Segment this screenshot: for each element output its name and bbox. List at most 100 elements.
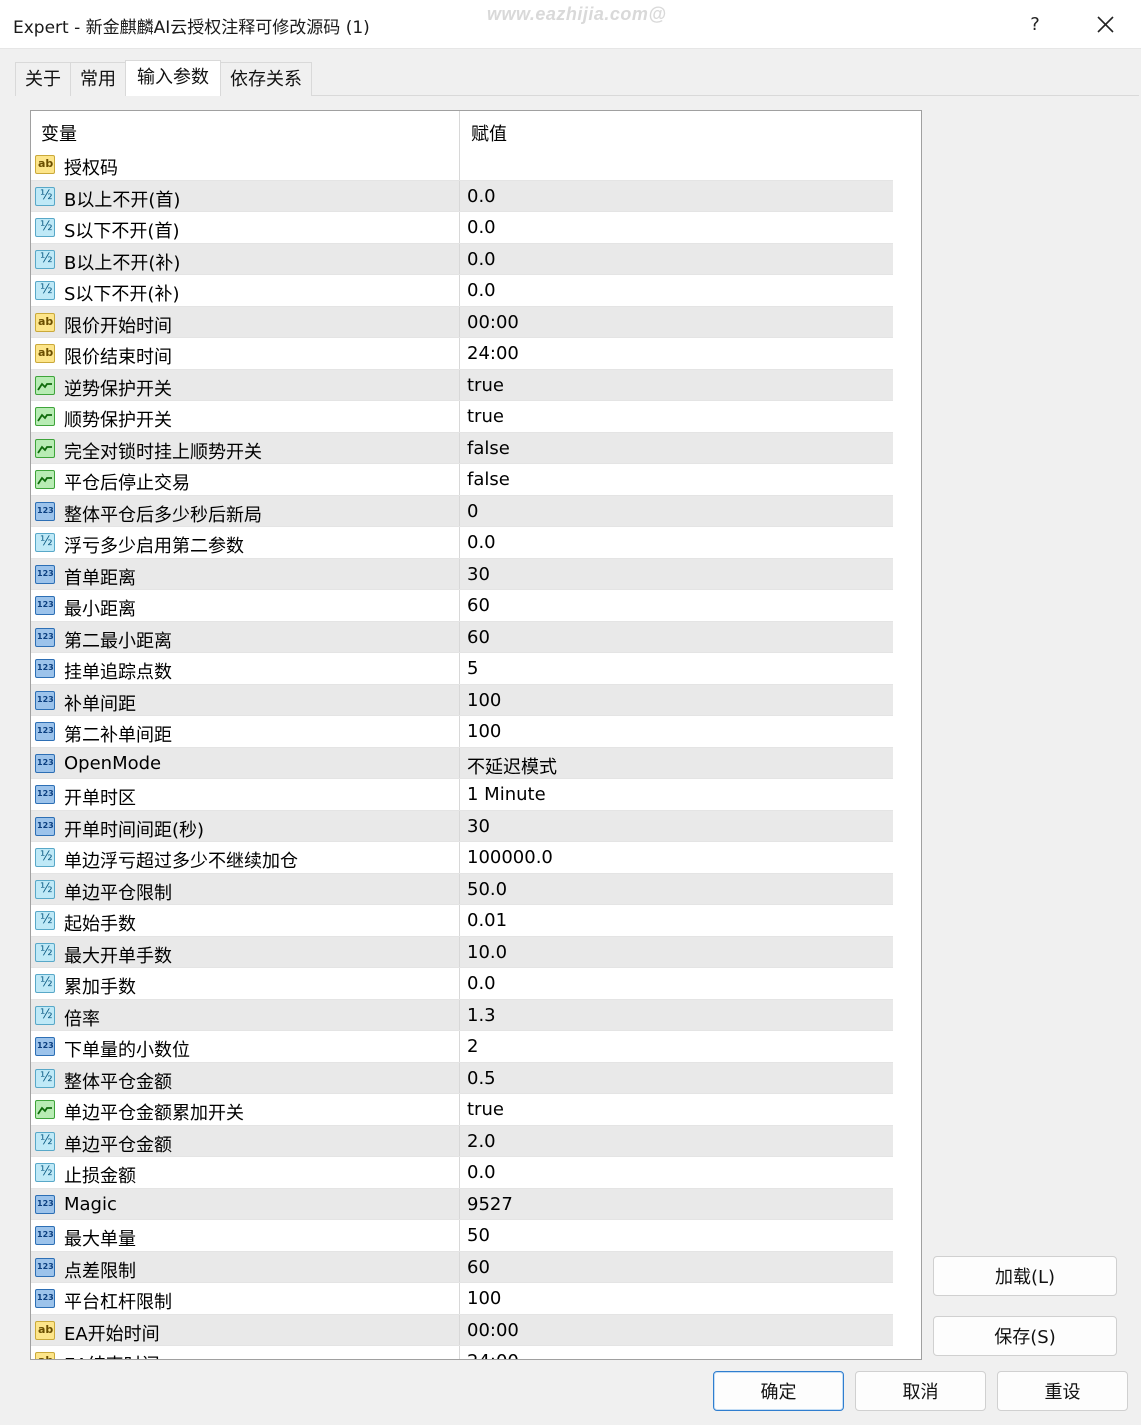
parameter-value[interactable]: 10.0 — [467, 942, 507, 963]
table-row[interactable]: 完全对锁时挂上顺势开关 false — [31, 432, 893, 464]
parameter-value[interactable]: true — [467, 1099, 504, 1120]
parameter-name: B以上不开(首) — [64, 189, 181, 211]
parameter-value[interactable]: 0.0 — [467, 217, 496, 238]
parameter-value[interactable]: false — [467, 469, 510, 490]
table-row[interactable]: 最大单量 50 — [31, 1220, 893, 1252]
table-row[interactable]: EA结束时间 24:00 — [31, 1346, 893, 1359]
save-button[interactable]: 保存(S) — [933, 1316, 1117, 1356]
parameter-value[interactable]: 1 Minute — [467, 784, 546, 805]
table-row[interactable]: 整体平仓金额 0.5 — [31, 1062, 893, 1094]
table-row[interactable]: Magic 9527 — [31, 1188, 893, 1220]
parameter-value[interactable]: 00:00 — [467, 312, 519, 333]
parameter-value[interactable]: 100000.0 — [467, 847, 553, 868]
table-row[interactable]: 最大开单手数 10.0 — [31, 936, 893, 968]
parameter-value[interactable]: 30 — [467, 564, 490, 585]
integer-type-icon — [35, 785, 55, 804]
ok-button[interactable]: 确定 — [713, 1371, 844, 1411]
parameter-value[interactable]: true — [467, 406, 504, 427]
table-row[interactable]: 顺势保护开关 true — [31, 401, 893, 433]
parameter-value[interactable]: 24:00 — [467, 343, 519, 364]
table-row[interactable]: 平仓后停止交易 false — [31, 464, 893, 496]
table-row[interactable]: B以上不开(首) 0.0 — [31, 180, 893, 212]
table-row[interactable]: 最小距离 60 — [31, 590, 893, 622]
tab-dependencies[interactable]: 依存关系 — [220, 62, 312, 96]
table-row[interactable]: 限价开始时间 00:00 — [31, 306, 893, 338]
parameter-value[interactable]: false — [467, 438, 510, 459]
bool-type-icon — [35, 1100, 55, 1119]
parameter-value[interactable]: 0.01 — [467, 910, 507, 931]
parameter-value[interactable]: 不延迟模式 — [467, 753, 557, 779]
table-row[interactable]: 首单距离 30 — [31, 558, 893, 590]
parameter-value[interactable]: 50.0 — [467, 879, 507, 900]
table-row[interactable]: 平台杠杆限制 100 — [31, 1283, 893, 1315]
parameter-value[interactable]: 2 — [467, 1036, 478, 1057]
parameter-value[interactable]: 0.5 — [467, 1068, 496, 1089]
help-button[interactable]: ? — [1000, 0, 1070, 48]
table-row[interactable]: 开单时区 1 Minute — [31, 779, 893, 811]
tab-common[interactable]: 常用 — [70, 62, 126, 96]
table-row[interactable]: 挂单追踪点数 5 — [31, 653, 893, 685]
string-type-icon — [35, 155, 55, 174]
parameter-value[interactable]: 50 — [467, 1225, 490, 1246]
parameter-name: 限价开始时间 — [64, 315, 172, 337]
table-row[interactable]: 下单量的小数位 2 — [31, 1031, 893, 1063]
table-row[interactable]: 累加手数 0.0 — [31, 968, 893, 1000]
table-row[interactable]: 浮亏多少启用第二参数 0.0 — [31, 527, 893, 559]
column-header-value[interactable]: 赋值 — [471, 120, 507, 146]
parameter-value[interactable]: 30 — [467, 816, 490, 837]
table-row[interactable]: EA开始时间 00:00 — [31, 1314, 893, 1346]
table-row[interactable]: 第二最小距离 60 — [31, 621, 893, 653]
parameter-value[interactable]: 100 — [467, 721, 501, 742]
parameter-value[interactable]: 60 — [467, 1257, 490, 1278]
table-row[interactable]: 整体平仓后多少秒后新局 0 — [31, 495, 893, 527]
table-row[interactable]: B以上不开(补) 0.0 — [31, 243, 893, 275]
parameter-value[interactable]: 24:00 — [467, 1351, 519, 1359]
table-row[interactable]: 倍率 1.3 — [31, 999, 893, 1031]
parameter-value[interactable]: 60 — [467, 595, 490, 616]
table-row[interactable]: 单边平仓金额 2.0 — [31, 1125, 893, 1157]
parameter-value[interactable]: 0.0 — [467, 186, 496, 207]
parameter-value[interactable]: 0.0 — [467, 280, 496, 301]
parameter-value[interactable]: 0.0 — [467, 973, 496, 994]
parameter-value[interactable]: 100 — [467, 1288, 501, 1309]
tab-about[interactable]: 关于 — [15, 62, 71, 96]
column-header-variable[interactable]: 变量 — [41, 120, 77, 146]
reset-button[interactable]: 重设 — [997, 1371, 1128, 1411]
table-row[interactable]: 开单时间间距(秒) 30 — [31, 810, 893, 842]
table-row[interactable]: 止损金额 0.0 — [31, 1157, 893, 1189]
parameter-value[interactable]: 5 — [467, 658, 478, 679]
table-row[interactable]: 单边浮亏超过多少不继续加仓 100000.0 — [31, 842, 893, 874]
table-row[interactable]: 第二补单间距 100 — [31, 716, 893, 748]
cancel-button[interactable]: 取消 — [855, 1371, 986, 1411]
grid-header: 变量 赋值 — [31, 111, 893, 151]
parameter-value[interactable]: 100 — [467, 690, 501, 711]
table-row[interactable]: 起始手数 0.01 — [31, 905, 893, 937]
table-row[interactable]: S以下不开(补) 0.0 — [31, 275, 893, 307]
table-row[interactable]: 限价结束时间 24:00 — [31, 338, 893, 370]
parameter-value[interactable]: 2.0 — [467, 1131, 496, 1152]
load-button[interactable]: 加载(L) — [933, 1256, 1117, 1296]
parameter-value[interactable]: 1.3 — [467, 1005, 496, 1026]
parameter-name: 开单时区 — [64, 788, 136, 809]
parameter-value[interactable]: 60 — [467, 627, 490, 648]
table-row[interactable]: S以下不开(首) 0.0 — [31, 212, 893, 244]
column-divider — [459, 527, 460, 558]
column-divider[interactable] — [459, 111, 460, 150]
parameter-value[interactable]: 9527 — [467, 1194, 513, 1215]
table-row[interactable]: 补单间距 100 — [31, 684, 893, 716]
table-row[interactable]: OpenMode 不延迟模式 — [31, 747, 893, 779]
table-row[interactable]: 授权码 — [31, 149, 893, 181]
table-row[interactable]: 逆势保护开关 true — [31, 369, 893, 401]
table-row[interactable]: 点差限制 60 — [31, 1251, 893, 1283]
parameter-value[interactable]: 0.0 — [467, 532, 496, 553]
parameter-value[interactable]: 0.0 — [467, 249, 496, 270]
tab-inputs[interactable]: 输入参数 — [125, 60, 221, 96]
parameter-value[interactable]: 0 — [467, 501, 478, 522]
parameter-value[interactable]: 00:00 — [467, 1320, 519, 1341]
close-button[interactable] — [1070, 0, 1140, 48]
table-row[interactable]: 单边平仓金额累加开关 true — [31, 1094, 893, 1126]
parameter-value[interactable]: true — [467, 375, 504, 396]
column-divider — [459, 432, 460, 463]
table-row[interactable]: 单边平仓限制 50.0 — [31, 873, 893, 905]
parameter-value[interactable]: 0.0 — [467, 1162, 496, 1183]
